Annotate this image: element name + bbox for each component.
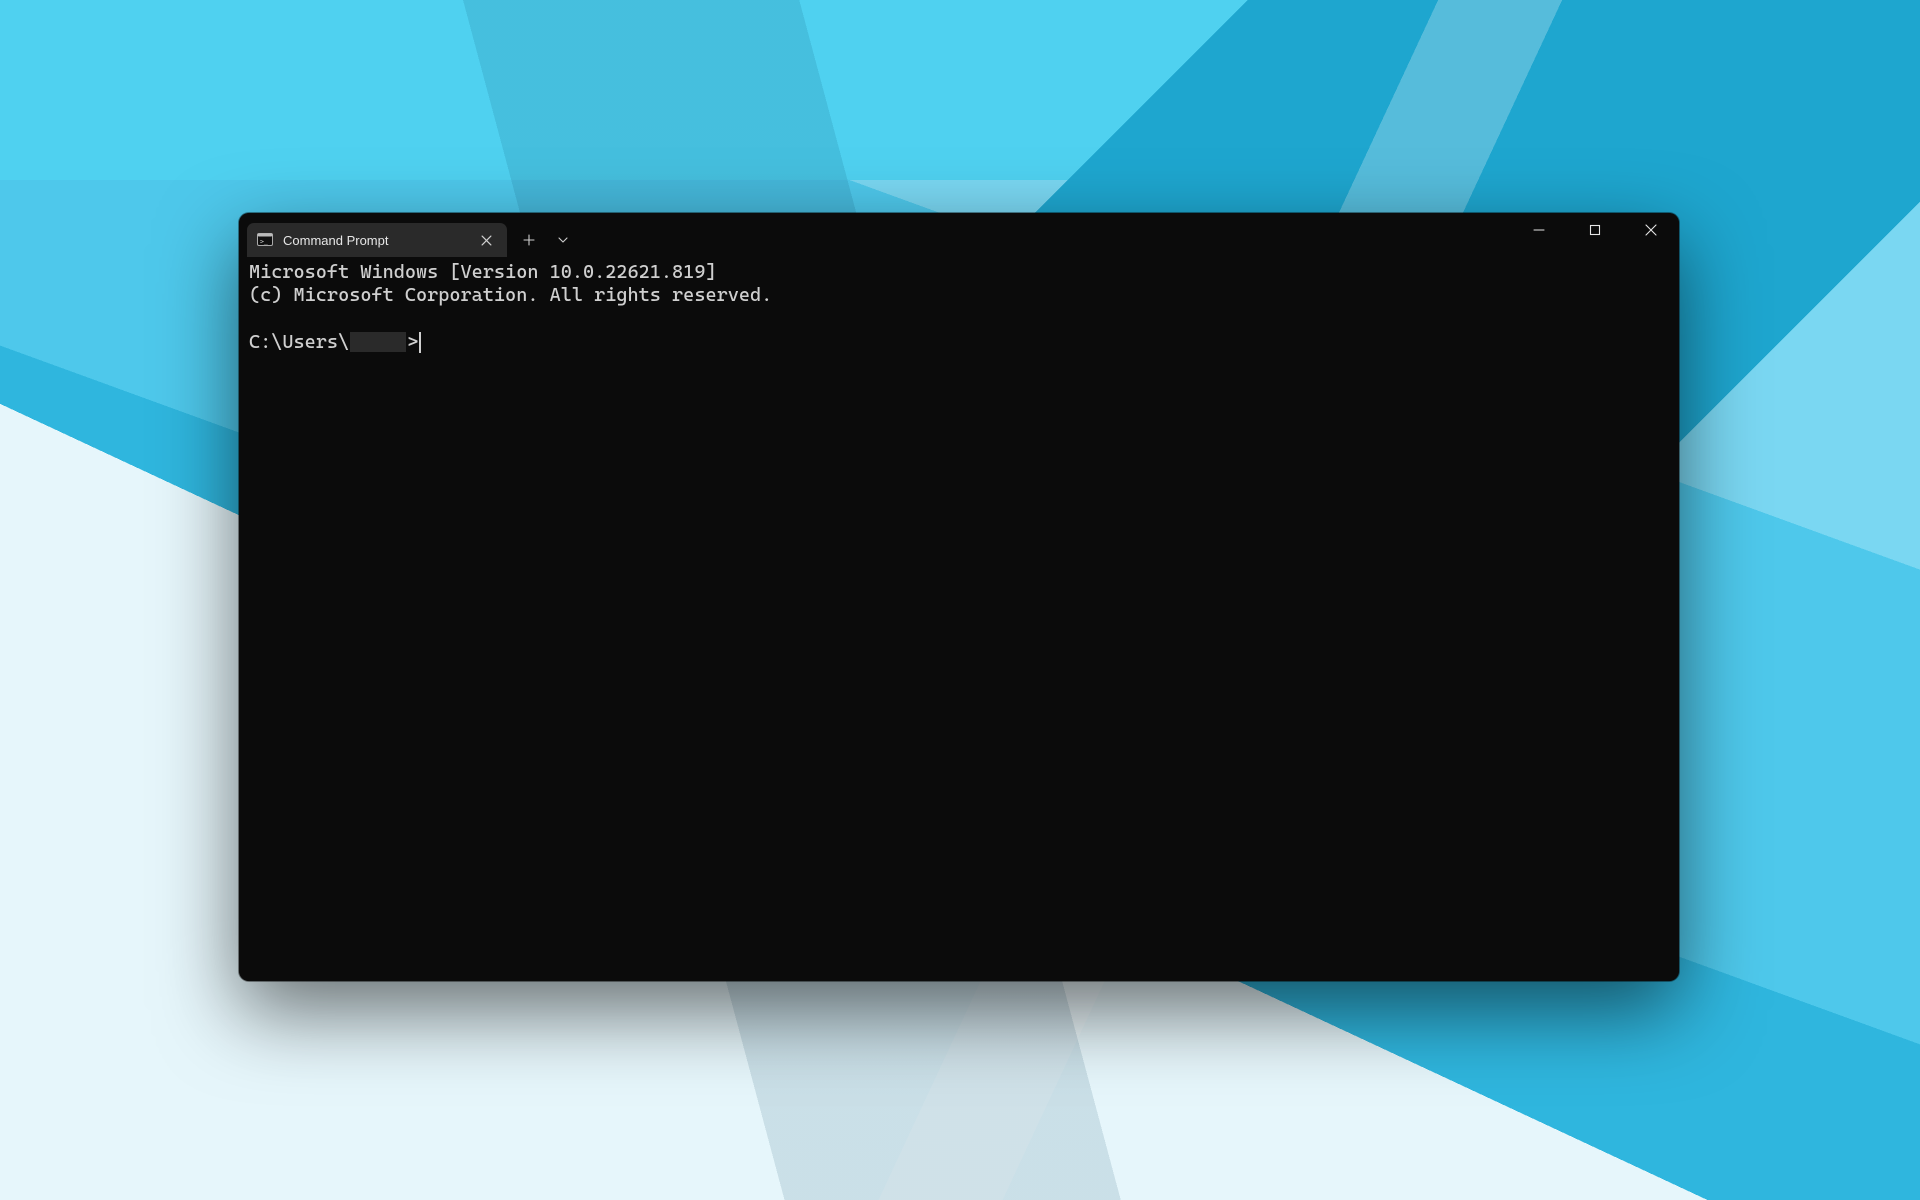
minimize-icon: [1533, 224, 1545, 236]
close-window-button[interactable]: [1623, 213, 1679, 247]
titlebar[interactable]: >_ Command Prompt: [239, 213, 1679, 257]
tab-strip-controls: [513, 223, 579, 257]
close-icon: [1645, 224, 1657, 236]
tab-dropdown-button[interactable]: [547, 225, 579, 255]
terminal-window: >_ Command Prompt: [239, 213, 1679, 981]
terminal-prompt: C:\Users\ >: [249, 331, 421, 354]
redacted-username: [350, 332, 406, 352]
command-prompt-icon: >_: [257, 232, 273, 248]
maximize-icon: [1589, 224, 1601, 236]
new-tab-button[interactable]: [513, 225, 545, 255]
text-cursor: [419, 332, 421, 353]
tab-command-prompt[interactable]: >_ Command Prompt: [247, 223, 507, 257]
tab-title: Command Prompt: [283, 233, 465, 248]
close-icon: [481, 235, 492, 246]
maximize-button[interactable]: [1567, 213, 1623, 247]
plus-icon: [523, 234, 535, 246]
prompt-suffix: >: [407, 331, 418, 354]
prompt-prefix: C:\Users\: [249, 331, 349, 354]
tab-close-button[interactable]: [475, 229, 497, 251]
terminal-line-2: (c) Microsoft Corporation. All rights re…: [249, 284, 772, 306]
terminal-line-1: Microsoft Windows [Version 10.0.22621.81…: [249, 261, 717, 283]
chevron-down-icon: [557, 234, 569, 246]
minimize-button[interactable]: [1511, 213, 1567, 247]
window-controls: [1511, 213, 1679, 247]
svg-text:>_: >_: [260, 238, 268, 246]
terminal-output[interactable]: Microsoft Windows [Version 10.0.22621.81…: [239, 257, 1679, 981]
